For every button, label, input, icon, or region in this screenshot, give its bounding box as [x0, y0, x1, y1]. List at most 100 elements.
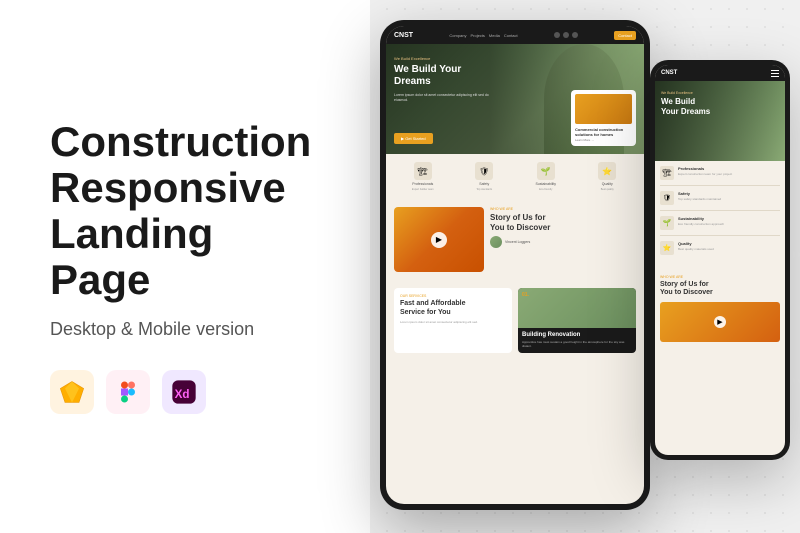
mobile-feature-quality: ⭐ Quality Best quality materials used	[660, 241, 780, 260]
feature-icon-professionals: 🏗	[414, 162, 432, 180]
desktop-social-icons	[554, 32, 578, 38]
mobile-feature-desc-quality: Best quality materials used	[678, 247, 714, 251]
desktop-renovation-img: 01.	[518, 288, 636, 328]
mobile-feature-icon-sustainability: 🌱	[660, 216, 674, 230]
mobile-mockup: CNST We Build Excellence We BuildYour Dr…	[650, 60, 790, 460]
desktop-story-image: ▶	[394, 207, 484, 272]
mobile-story-label: WHO WE ARE	[660, 275, 780, 279]
feature-label-safety: Safety	[479, 182, 489, 186]
mobile-feature-content-professionals: Professionals Expert construction team f…	[678, 166, 732, 176]
desktop-feature-sustainability: 🌱 Sustainability Eco-friendly	[517, 162, 575, 191]
mobile-feature-content-quality: Quality Best quality materials used	[678, 241, 714, 251]
mobile-features: 🏗 Professionals Expert construction team…	[655, 161, 785, 270]
mobile-navbar: CNST	[655, 65, 785, 81]
desktop-logo: CNST	[394, 32, 413, 39]
desktop-service-card: OUR SERVICES Fast and AffordableService …	[394, 288, 512, 352]
social-icon-2	[563, 32, 569, 38]
desktop-navbar: CNST Company Projects Media Contact Cont…	[386, 26, 644, 44]
desktop-mockup: CNST Company Projects Media Contact Cont…	[380, 20, 650, 510]
desktop-story-avatar: Vincent Loggers	[490, 236, 636, 248]
desktop-service-desc: Lorem ipsum dolor sit amet consectetur a…	[400, 320, 506, 324]
feature-desc-quality: Best quality	[601, 188, 614, 191]
mobile-story-image: ▶	[660, 302, 780, 342]
desktop-features: 🏗 Professionals Expert builder team 🛡 Sa…	[386, 154, 644, 199]
feature-desc-professionals: Expert builder team	[412, 188, 434, 191]
desktop-hero-card-text: Learn More →	[575, 138, 632, 142]
main-title: Construction Responsive Landing Page	[50, 119, 320, 304]
figma-icon-container	[106, 370, 150, 414]
mobile-feature-title-professionals: Professionals	[678, 166, 732, 171]
subtitle: Desktop & Mobile version	[50, 319, 320, 340]
mobile-feature-desc-sustainability: Eco friendly construction approach	[678, 222, 724, 226]
desktop-avatar-circle	[490, 236, 502, 248]
mobile-hamburger-icon	[771, 70, 779, 77]
desktop-story-title: Story of Us forYou to Discover	[490, 213, 636, 232]
mobile-feature-title-quality: Quality	[678, 241, 714, 246]
mobile-feature-sustainability: 🌱 Sustainability Eco friendly constructi…	[660, 216, 780, 236]
desktop-hero-title: We Build YourDreams	[394, 64, 494, 88]
desktop-renovation-desc: Apprentice has must sustain a good heigh…	[522, 340, 632, 348]
tool-icons: Xd	[50, 370, 320, 414]
feature-desc-safety: Top standards	[476, 188, 492, 191]
desktop-nav-projects: Projects	[470, 33, 484, 38]
desktop-service-title: Fast and AffordableService for You	[400, 300, 506, 317]
mobile-feature-desc-safety: Top safety standards maintained	[678, 197, 721, 201]
desktop-story-section: ▶ WHO WE ARE Story of Us forYou to Disco…	[386, 199, 644, 280]
desktop-nav-links: Company Projects Media Contact	[449, 33, 517, 38]
desktop-feature-professionals: 🏗 Professionals Expert builder team	[394, 162, 452, 191]
feature-icon-quality: ⭐	[598, 162, 616, 180]
desktop-nav-contact: Contact	[504, 33, 518, 38]
mobile-story: WHO WE ARE Story of Us forYou to Discove…	[655, 270, 785, 347]
desktop-bottom-section: OUR SERVICES Fast and AffordableService …	[386, 280, 644, 360]
social-icon-1	[554, 32, 560, 38]
desktop-renovation-title: Building Renovation	[522, 332, 632, 338]
mobile-feature-title-sustainability: Sustainability	[678, 216, 724, 221]
desktop-features-grid: 🏗 Professionals Expert builder team 🛡 Sa…	[394, 162, 636, 191]
sketch-icon-container	[50, 370, 94, 414]
social-icon-3	[572, 32, 578, 38]
desktop-renovation-card: 01. Building Renovation Apprentice has m…	[518, 288, 636, 352]
mobile-feature-content-sustainability: Sustainability Eco friendly construction…	[678, 216, 724, 226]
mobile-feature-icon-quality: ⭐	[660, 241, 674, 255]
desktop-hero-text: We Build Excellence We Build YourDreams …	[394, 56, 494, 103]
mobile-story-title: Story of Us forYou to Discover	[660, 281, 780, 298]
desktop-feature-safety: 🛡 Safety Top standards	[456, 162, 514, 191]
desktop-hero-card: Commercial construction solutions for ho…	[571, 90, 636, 146]
feature-label-quality: Quality	[602, 182, 613, 186]
mobile-feature-desc-professionals: Expert construction team for your projec…	[678, 172, 732, 176]
desktop-avatar-name: Vincent Loggers	[505, 240, 530, 244]
desktop-hero-desc: Lorem ipsum dolor sit amet consectetur a…	[394, 93, 494, 103]
mobile-hero-text: We Build Excellence We BuildYour Dreams	[661, 91, 710, 116]
desktop-feature-quality: ⭐ Quality Best quality	[579, 162, 637, 191]
right-area: CNST Company Projects Media Contact Cont…	[370, 0, 800, 533]
desktop-service-label: OUR SERVICES	[400, 294, 506, 298]
left-panel: Construction Responsive Landing Page Des…	[0, 0, 370, 533]
desktop-hero-card-img	[575, 94, 632, 124]
feature-desc-sustainability: Eco-friendly	[539, 188, 552, 191]
desktop-nav-company: Company	[449, 33, 466, 38]
mobile-feature-professionals: 🏗 Professionals Expert construction team…	[660, 166, 780, 186]
desktop-story-label: WHO WE ARE	[490, 207, 636, 211]
desktop-story-content: WHO WE ARE Story of Us forYou to Discove…	[490, 207, 636, 248]
desktop-hero-label: We Build Excellence	[394, 56, 494, 61]
desktop-hero: We Build Excellence We Build YourDreams …	[386, 44, 644, 154]
feature-icon-sustainability: 🌱	[537, 162, 555, 180]
mobile-feature-icon-professionals: 🏗	[660, 166, 674, 180]
mobile-hero: We Build Excellence We BuildYour Dreams	[655, 81, 785, 161]
mobile-screen: CNST We Build Excellence We BuildYour Dr…	[655, 65, 785, 455]
feature-icon-safety: 🛡	[475, 162, 493, 180]
desktop-renovation-content: Building Renovation Apprentice has must …	[518, 328, 636, 352]
mobile-play-btn: ▶	[714, 316, 726, 328]
sketch-icon	[58, 378, 86, 406]
desktop-screen: CNST Company Projects Media Contact Cont…	[386, 26, 644, 504]
mobile-feature-title-safety: Safety	[678, 191, 721, 196]
mobile-feature-content-safety: Safety Top safety standards maintained	[678, 191, 721, 201]
figma-icon	[114, 378, 142, 406]
mobile-hero-title: We BuildYour Dreams	[661, 97, 710, 116]
mobile-feature-safety: 🛡 Safety Top safety standards maintained	[660, 191, 780, 211]
feature-label-professionals: Professionals	[412, 182, 433, 186]
svg-text:Xd: Xd	[175, 388, 190, 401]
mobile-hero-label: We Build Excellence	[661, 91, 710, 95]
desktop-hero-cta: ▶ Get Started	[394, 133, 433, 144]
mobile-feature-icon-safety: 🛡	[660, 191, 674, 205]
